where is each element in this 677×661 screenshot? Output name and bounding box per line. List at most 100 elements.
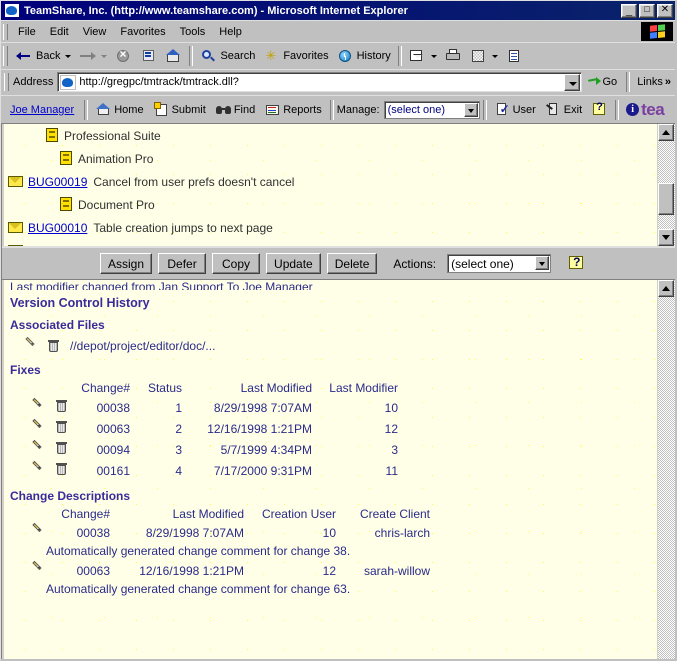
go-button[interactable]: Go bbox=[582, 76, 624, 89]
detail-scrollbar[interactable] bbox=[657, 280, 675, 659]
back-button[interactable]: Back bbox=[12, 45, 75, 67]
links-button[interactable]: Links » bbox=[633, 76, 675, 88]
scroll-up-arrow-icon[interactable] bbox=[658, 280, 674, 297]
delete-cell[interactable] bbox=[48, 418, 72, 439]
edit-dropdown-icon[interactable] bbox=[491, 54, 498, 58]
bug-list-scrollbar[interactable] bbox=[657, 124, 675, 246]
scroll-thumb[interactable] bbox=[658, 183, 674, 215]
minimize-button[interactable]: _ bbox=[621, 3, 637, 18]
table-row[interactable]: 00063 2 12/16/1998 1:21PM 12 bbox=[24, 418, 404, 439]
favorites-button[interactable]: Favorites bbox=[259, 45, 332, 67]
app-help-button[interactable] bbox=[587, 101, 612, 117]
edit-button[interactable] bbox=[466, 45, 502, 67]
search-button[interactable]: Search bbox=[196, 45, 259, 67]
delete-cell[interactable] bbox=[48, 397, 72, 418]
toolbar-grip[interactable] bbox=[3, 46, 8, 66]
delete-trash-icon[interactable] bbox=[55, 420, 68, 434]
cell-last-modifier: 3 bbox=[391, 442, 398, 457]
edit-pencil-icon[interactable] bbox=[31, 463, 44, 476]
list-item[interactable]: Professional Suite bbox=[4, 124, 657, 147]
delete-trash-icon[interactable] bbox=[55, 441, 68, 455]
scroll-up-arrow-icon[interactable] bbox=[658, 124, 674, 141]
home-button[interactable] bbox=[161, 45, 186, 67]
delete-trash-icon[interactable] bbox=[55, 462, 68, 476]
bug-id-link[interactable]: BUG00017 bbox=[28, 244, 87, 247]
maximize-button[interactable]: □ bbox=[639, 3, 655, 18]
edit-cell[interactable] bbox=[24, 397, 48, 418]
chevron-down-icon[interactable] bbox=[463, 102, 478, 117]
help-question-icon[interactable] bbox=[569, 255, 584, 271]
menu-help[interactable]: Help bbox=[212, 24, 249, 40]
maximize-icon: □ bbox=[644, 3, 650, 14]
table-row[interactable]: 00063 12/16/1998 1:21PM 12 sarah-willow bbox=[24, 561, 436, 581]
app-user-button[interactable]: User bbox=[490, 102, 541, 117]
edit-pencil-icon[interactable] bbox=[31, 525, 44, 538]
copy-button[interactable]: Copy bbox=[212, 253, 261, 274]
menu-favorites[interactable]: Favorites bbox=[113, 24, 172, 40]
bug-id-link[interactable]: BUG00019 bbox=[28, 175, 87, 189]
table-row[interactable]: BUG00017 Changing text size resets color bbox=[4, 239, 657, 246]
stop-button[interactable] bbox=[111, 45, 136, 67]
cell-status: 1 bbox=[175, 400, 182, 415]
edit-cell[interactable] bbox=[24, 439, 48, 460]
scroll-track[interactable] bbox=[658, 141, 675, 229]
scroll-track[interactable] bbox=[658, 297, 675, 659]
edit-cell[interactable] bbox=[24, 561, 48, 581]
edit-pencil-icon[interactable] bbox=[31, 442, 44, 455]
refresh-button[interactable] bbox=[136, 45, 161, 67]
actions-dropdown[interactable]: (select one) bbox=[447, 254, 552, 273]
table-row[interactable]: 00094 3 5/7/1999 4:34PM 3 bbox=[24, 439, 404, 460]
chevron-down-icon[interactable] bbox=[535, 256, 550, 270]
menu-grip[interactable] bbox=[3, 23, 8, 40]
forward-dropdown-icon[interactable] bbox=[101, 54, 108, 58]
table-row[interactable]: 00038 8/29/1998 7:07AM 10 chris-larch bbox=[24, 523, 436, 543]
delete-button[interactable]: Delete bbox=[326, 253, 378, 274]
delete-trash-icon[interactable] bbox=[55, 399, 68, 413]
edit-pencil-icon[interactable] bbox=[31, 400, 44, 413]
menu-tools[interactable]: Tools bbox=[173, 24, 213, 40]
address-dropdown-button[interactable] bbox=[563, 73, 580, 91]
address-input[interactable]: http://gregpc/tmtrack/tmtrack.dll? bbox=[57, 72, 582, 92]
delete-cell[interactable] bbox=[48, 460, 72, 481]
back-dropdown-icon[interactable] bbox=[65, 54, 72, 58]
list-item[interactable]: Animation Pro bbox=[4, 147, 657, 170]
menu-edit[interactable]: Edit bbox=[43, 24, 76, 40]
delete-trash-icon[interactable] bbox=[47, 339, 60, 353]
menu-view[interactable]: View bbox=[76, 24, 114, 40]
menu-file[interactable]: File bbox=[11, 24, 43, 40]
update-button[interactable]: Update bbox=[266, 253, 321, 274]
table-row[interactable]: 00038 1 8/29/1998 7:07AM 10 bbox=[24, 397, 404, 418]
app-home-button[interactable]: Home bbox=[91, 102, 148, 117]
app-exit-button[interactable]: Exit bbox=[541, 102, 587, 117]
manage-dropdown[interactable]: (select one) bbox=[383, 100, 480, 119]
assign-button[interactable]: Assign bbox=[100, 253, 153, 274]
edit-cell[interactable] bbox=[24, 460, 48, 481]
edit-pencil-icon[interactable] bbox=[24, 339, 37, 352]
print-button[interactable] bbox=[441, 45, 466, 67]
mail-dropdown-icon[interactable] bbox=[430, 54, 437, 58]
app-reports-button[interactable]: Reports bbox=[260, 102, 327, 117]
table-row[interactable]: BUG00010 Table creation jumps to next pa… bbox=[4, 216, 657, 239]
table-row[interactable]: 00161 4 7/17/2000 9:31PM 11 bbox=[24, 460, 404, 481]
edit-cell[interactable] bbox=[24, 418, 48, 439]
close-button[interactable]: ✕ bbox=[657, 3, 673, 18]
bug-id-link[interactable]: BUG00010 bbox=[28, 221, 87, 235]
history-button[interactable]: History bbox=[333, 45, 395, 67]
discuss-button[interactable] bbox=[502, 45, 527, 67]
current-user-link[interactable]: Joe Manager bbox=[3, 104, 81, 116]
mail-button[interactable] bbox=[405, 45, 441, 67]
table-row[interactable]: BUG00019 Cancel from user prefs doesn't … bbox=[4, 170, 657, 193]
list-item[interactable]: Document Pro bbox=[4, 193, 657, 216]
delete-cell[interactable] bbox=[48, 439, 72, 460]
scroll-down-arrow-icon[interactable] bbox=[658, 229, 674, 246]
app-find-button[interactable]: Find bbox=[211, 102, 260, 117]
address-grip[interactable] bbox=[4, 73, 9, 91]
defer-button[interactable]: Defer bbox=[158, 253, 207, 274]
app-submit-button[interactable]: Submit bbox=[149, 102, 211, 117]
table-row[interactable]: //depot/project/editor/doc/... bbox=[10, 336, 657, 355]
edit-cell[interactable] bbox=[24, 523, 48, 543]
clipped-history-line: Last modifier changed from Jan Support T… bbox=[10, 281, 313, 290]
forward-button[interactable] bbox=[75, 45, 111, 67]
edit-pencil-icon[interactable] bbox=[31, 421, 44, 434]
edit-pencil-icon[interactable] bbox=[31, 563, 44, 576]
